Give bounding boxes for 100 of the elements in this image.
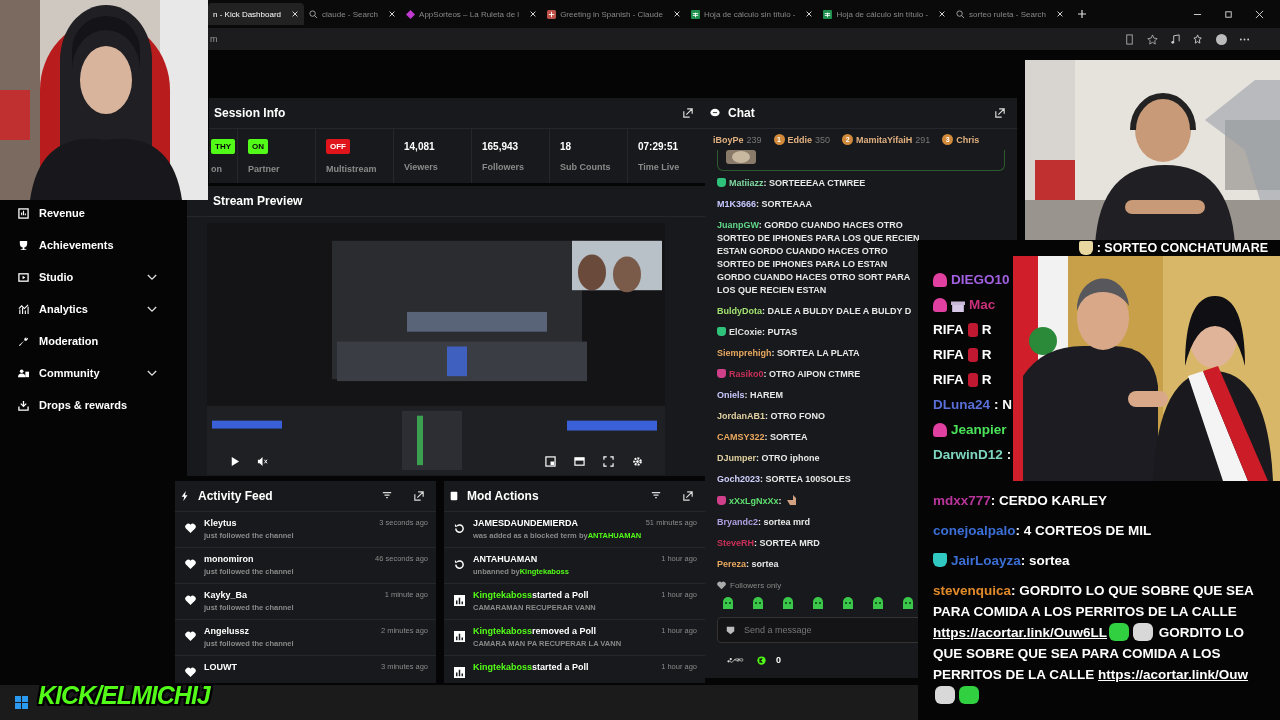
chat-mode-label: Followers only (730, 581, 782, 590)
external-link-icon[interactable] (683, 491, 693, 501)
sheet-icon (823, 9, 833, 19)
close-icon[interactable] (672, 10, 681, 18)
pip-icon[interactable] (545, 456, 556, 467)
external-link-icon[interactable] (995, 108, 1005, 118)
emote-icon[interactable] (781, 596, 795, 610)
chat-message: Mac (933, 293, 1013, 316)
stat-label: Time Live (638, 161, 681, 172)
mod-action-title: Kingtekabossstarted a Poll (473, 662, 589, 672)
close-icon[interactable] (805, 10, 814, 18)
stat-value: 165,943 (482, 140, 520, 152)
filter-icon[interactable] (651, 491, 661, 501)
browser-tab[interactable]: AppSorteos – La Ruleta de l (401, 3, 543, 25)
star-icon[interactable] (1147, 33, 1158, 45)
close-icon[interactable] (529, 10, 538, 18)
leaderboard-name[interactable]: iBoyPe (713, 134, 744, 145)
stat-label: Viewers (404, 161, 439, 172)
sidebar-item[interactable]: Achievements (0, 229, 175, 261)
chat-message: Oniels: HAREM (717, 389, 784, 402)
browser-tab[interactable]: n - Kick Dashboard (208, 3, 305, 25)
close-icon[interactable] (1255, 9, 1264, 19)
chat-message: RIFA R (933, 321, 993, 339)
sidebar-item[interactable]: Drops & rewards (0, 389, 175, 421)
chat-message: M1K3666: SORTEAAA (717, 198, 814, 211)
close-icon[interactable] (388, 10, 397, 18)
lightning-icon (180, 491, 190, 501)
link[interactable]: https://acortar.link/Ouw6LL (933, 625, 1108, 640)
username: Kayky_Ba (204, 590, 248, 600)
poll-icon (454, 631, 465, 642)
mute-icon[interactable] (257, 456, 268, 467)
external-link-icon[interactable] (414, 491, 424, 501)
address-text[interactable]: m (210, 34, 218, 44)
chat-message: DarwinD12 : (933, 446, 1013, 464)
chat-message: Rasiko0: OTRO AIPON CTMRE (717, 364, 922, 385)
stat-value: 18 (560, 140, 573, 152)
leaderboard-name[interactable]: Eddie (787, 134, 813, 145)
infinity-icon[interactable] (725, 655, 747, 665)
browser-tab[interactable]: Hoja de cálculo sin título - (685, 3, 819, 25)
chat-message: Jeanpier (933, 418, 1013, 441)
close-icon[interactable] (938, 10, 947, 18)
emote-icon[interactable] (721, 596, 735, 610)
profile-icon[interactable] (1216, 33, 1227, 45)
emote-icon[interactable] (901, 596, 915, 610)
stat-label: Sub Counts (560, 161, 612, 172)
browser-tab[interactable]: claude - Search (304, 3, 402, 25)
close-icon[interactable] (1056, 10, 1065, 18)
music-icon[interactable] (1170, 33, 1181, 45)
settings-icon[interactable] (632, 456, 643, 467)
heart-icon (185, 631, 196, 642)
heart-icon (185, 667, 196, 678)
heart-icon (185, 523, 196, 534)
browser-tab[interactable]: Greeting in Spanish - Claude (542, 3, 686, 25)
sidebar-item[interactable]: Analytics (0, 293, 175, 325)
points-count: 239 (746, 134, 762, 145)
heart-icon (185, 595, 196, 606)
theater-icon[interactable] (574, 456, 585, 467)
reader-icon[interactable] (1124, 33, 1135, 45)
browser-tab[interactable]: sorteo ruleta - Search (951, 3, 1070, 25)
sidebar-item[interactable]: Revenue (0, 197, 175, 229)
filter-icon[interactable] (382, 491, 392, 501)
chart-icon (18, 303, 29, 315)
username: Angelussz (204, 626, 249, 636)
points-count: 291 (915, 134, 931, 145)
stat-label: Partner (248, 163, 281, 174)
browser-tab[interactable]: Hoja de cálculo sin título - (818, 3, 952, 25)
external-link-icon[interactable] (683, 108, 693, 118)
chat-message: Matiiazz: SORTEEEAA CTMREE (717, 173, 922, 194)
leaderboard-name[interactable]: Chris (956, 134, 980, 145)
new-tab-icon[interactable] (1077, 9, 1088, 19)
chat-message: BuldyDota: DALE A BULDY DALE A BULDY D (717, 305, 913, 318)
sidebar-item[interactable]: Community (0, 357, 175, 389)
favorites-icon[interactable] (1193, 33, 1204, 45)
emote-icon[interactable] (841, 596, 855, 610)
username: monomiron (204, 554, 254, 564)
windows-icon[interactable] (15, 696, 28, 709)
kick-coin-icon (757, 655, 766, 665)
fullscreen-icon[interactable] (603, 456, 614, 467)
chat-bubble-icon (710, 108, 720, 118)
close-icon[interactable] (291, 10, 300, 18)
chat-message: xXxLgNxXx: (717, 490, 922, 512)
app-icon (406, 9, 416, 19)
emote-icon[interactable] (811, 596, 825, 610)
emote-icon[interactable] (751, 596, 765, 610)
stat-value: 14,081 (404, 140, 436, 152)
sidebar-item[interactable]: Studio (0, 261, 175, 293)
stat-value: 07:29:51 (638, 140, 680, 152)
leaderboard-name[interactable]: MamitaYifaiH (856, 134, 913, 145)
username: Kleytus (204, 518, 237, 528)
heart-icon (185, 559, 196, 570)
restore-icon[interactable] (1224, 9, 1233, 19)
emote-icon[interactable] (871, 596, 885, 610)
panel-title: Activity Feed (198, 489, 273, 503)
chat-message: DIEGO10 (933, 268, 1013, 291)
play-icon[interactable] (229, 456, 240, 467)
sidebar-item[interactable]: Moderation (0, 325, 175, 357)
chat-message: JuanpGW: GORDO CUANDO HACES OTRO SORTEO DE IPHONES PARA LOS QUE RECIEN ESTAN GORDO CUANDO HACES OTRO SORTEO DE IPHONES PARA LO ESTAN GORDO CUANDO HACES OTRO SORT PARA LOS QUE RECIEN ESTAN (717, 219, 921, 297)
sheet-icon (690, 9, 700, 19)
link[interactable]: https://acortar.link/Ouw (1098, 667, 1249, 682)
panel-title: Chat (728, 106, 755, 120)
